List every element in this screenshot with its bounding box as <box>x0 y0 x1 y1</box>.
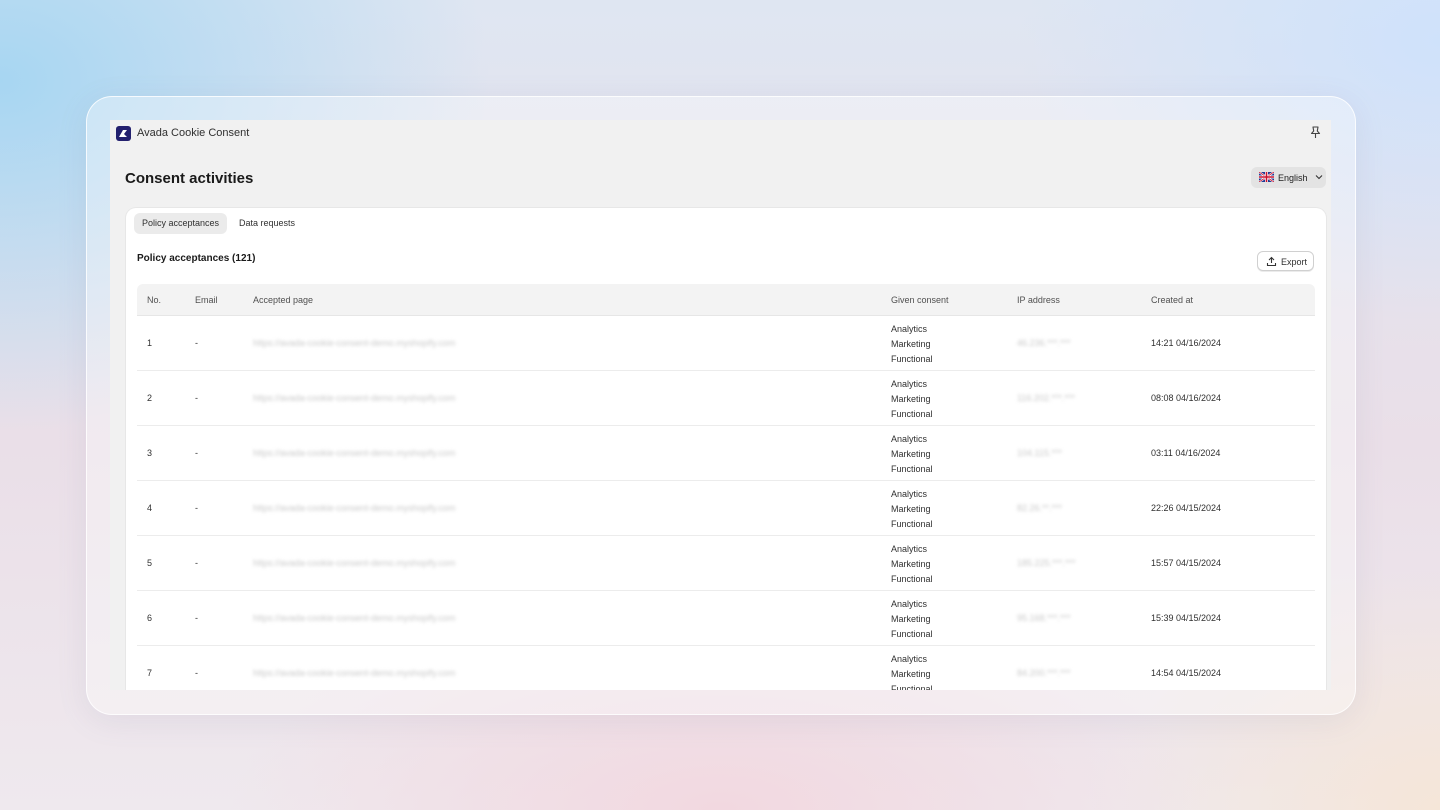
consent-item: Functional <box>891 464 933 474</box>
consent-item: Functional <box>891 574 933 584</box>
uk-flag-icon <box>1259 172 1274 182</box>
cell-email: - <box>195 613 198 623</box>
cell-ip-address: 82.26.**.*** <box>1017 503 1063 513</box>
cell-ip-address: 46.236.***.*** <box>1017 338 1071 348</box>
table-row[interactable]: 6 - https://avada-cookie-consent-demo.my… <box>137 591 1315 646</box>
chevron-down-icon <box>1315 175 1323 180</box>
cell-no: 2 <box>147 393 153 403</box>
app-window: Avada Cookie Consent Consent activities … <box>110 120 1331 690</box>
cell-no: 3 <box>147 448 153 458</box>
table-row[interactable]: 2 - https://avada-cookie-consent-demo.my… <box>137 371 1315 426</box>
table-row[interactable]: 4 - https://avada-cookie-consent-demo.my… <box>137 481 1315 536</box>
consent-item: Marketing <box>891 504 931 514</box>
title-bar: Avada Cookie Consent <box>110 120 1331 148</box>
column-header-email: Email <box>195 295 218 305</box>
cell-created-at: 15:39 04/15/2024 <box>1151 613 1222 623</box>
cell-no: 7 <box>147 668 153 678</box>
column-header-no: No. <box>147 295 162 305</box>
cell-created-at: 15:57 04/15/2024 <box>1151 558 1222 568</box>
cell-email: - <box>195 558 198 568</box>
column-header-accepted-page: Accepted page <box>253 295 314 305</box>
cell-email: - <box>195 668 198 678</box>
page-title: Consent activities <box>125 170 254 187</box>
cell-email: - <box>195 393 198 403</box>
cell-created-at: 14:21 04/16/2024 <box>1151 338 1222 348</box>
table-header: No. Email Accepted page Given consent IP… <box>137 284 1315 316</box>
consent-item: Marketing <box>891 449 931 459</box>
content-card: Policy acceptances Data requests Policy … <box>126 208 1326 690</box>
section-title: Policy acceptances (121) <box>137 253 256 264</box>
cell-given-consent: Analytics Marketing Functional <box>891 487 933 532</box>
cell-accepted-page: https://avada-cookie-consent-demo.myshop… <box>253 558 456 568</box>
cell-created-at: 03:11 04/16/2024 <box>1151 448 1221 458</box>
cell-ip-address: 116.202.***.*** <box>1017 393 1075 403</box>
consent-item: Marketing <box>891 394 931 404</box>
cell-accepted-page: https://avada-cookie-consent-demo.myshop… <box>253 338 456 348</box>
consent-item: Analytics <box>891 324 928 334</box>
cell-accepted-page: https://avada-cookie-consent-demo.myshop… <box>253 668 456 678</box>
cell-ip-address: 84.200.***.*** <box>1017 668 1071 678</box>
cell-given-consent: Analytics Marketing Functional <box>891 597 933 642</box>
consent-item: Analytics <box>891 379 928 389</box>
cell-accepted-page: https://avada-cookie-consent-demo.myshop… <box>253 503 456 513</box>
cell-given-consent: Analytics Marketing Functional <box>891 432 933 477</box>
consent-item: Marketing <box>891 339 931 349</box>
column-header-given-consent: Given consent <box>891 295 949 305</box>
table-row[interactable]: 1 - https://avada-cookie-consent-demo.my… <box>137 316 1315 371</box>
consent-item: Analytics <box>891 544 928 554</box>
consent-item: Functional <box>891 629 933 639</box>
column-header-created-at: Created at <box>1151 295 1194 305</box>
consent-item: Analytics <box>891 489 928 499</box>
export-label: Export <box>1281 257 1308 267</box>
cell-created-at: 08:08 04/16/2024 <box>1151 393 1222 403</box>
cell-no: 4 <box>147 503 153 513</box>
cell-no: 1 <box>147 338 153 348</box>
cell-no: 5 <box>147 558 153 568</box>
consent-item: Marketing <box>891 614 931 624</box>
cell-accepted-page: https://avada-cookie-consent-demo.myshop… <box>253 448 456 458</box>
consent-item: Functional <box>891 684 933 690</box>
table-row[interactable]: 5 - https://avada-cookie-consent-demo.my… <box>137 536 1315 591</box>
consent-item: Analytics <box>891 434 928 444</box>
cell-created-at: 22:26 04/15/2024 <box>1151 503 1222 513</box>
app-logo-icon <box>116 126 131 141</box>
cell-given-consent: Analytics Marketing Functional <box>891 542 933 587</box>
cell-ip-address: 185.225.***.*** <box>1017 558 1076 568</box>
consent-item: Analytics <box>891 654 928 664</box>
table-row[interactable]: 7 - https://avada-cookie-consent-demo.my… <box>137 646 1315 690</box>
cell-ip-address: 95.168.***.*** <box>1017 613 1071 623</box>
cell-given-consent: Analytics Marketing Functional <box>891 322 933 367</box>
cell-email: - <box>195 338 198 348</box>
app-name: Avada Cookie Consent <box>137 127 250 139</box>
cell-no: 6 <box>147 613 153 623</box>
table-row[interactable]: 3 - https://avada-cookie-consent-demo.my… <box>137 426 1315 481</box>
cell-created-at: 14:54 04/15/2024 <box>1151 668 1222 678</box>
language-select[interactable]: English <box>1251 167 1326 188</box>
cell-ip-address: 104.115.*** <box>1017 448 1062 458</box>
export-icon <box>1266 256 1277 267</box>
tab-policy-acceptances[interactable]: Policy acceptances <box>134 213 228 234</box>
cell-accepted-page: https://avada-cookie-consent-demo.myshop… <box>253 393 456 403</box>
cell-email: - <box>195 448 198 458</box>
column-header-ip-address: IP address <box>1017 295 1060 305</box>
consent-item: Marketing <box>891 669 931 679</box>
pin-icon[interactable] <box>1310 126 1321 144</box>
consent-item: Marketing <box>891 559 931 569</box>
policy-acceptances-table: No. Email Accepted page Given consent IP… <box>137 284 1315 690</box>
export-button[interactable]: Export <box>1257 251 1314 271</box>
cell-email: - <box>195 503 198 513</box>
tab-data-requests[interactable]: Data requests <box>231 213 303 234</box>
consent-item: Functional <box>891 409 933 419</box>
language-label: English <box>1278 173 1308 183</box>
cell-given-consent: Analytics Marketing Functional <box>891 377 933 422</box>
consent-item: Functional <box>891 354 933 364</box>
consent-item: Functional <box>891 519 933 529</box>
consent-item: Analytics <box>891 599 928 609</box>
cell-given-consent: Analytics Marketing Functional <box>891 652 933 690</box>
cell-accepted-page: https://avada-cookie-consent-demo.myshop… <box>253 613 456 623</box>
